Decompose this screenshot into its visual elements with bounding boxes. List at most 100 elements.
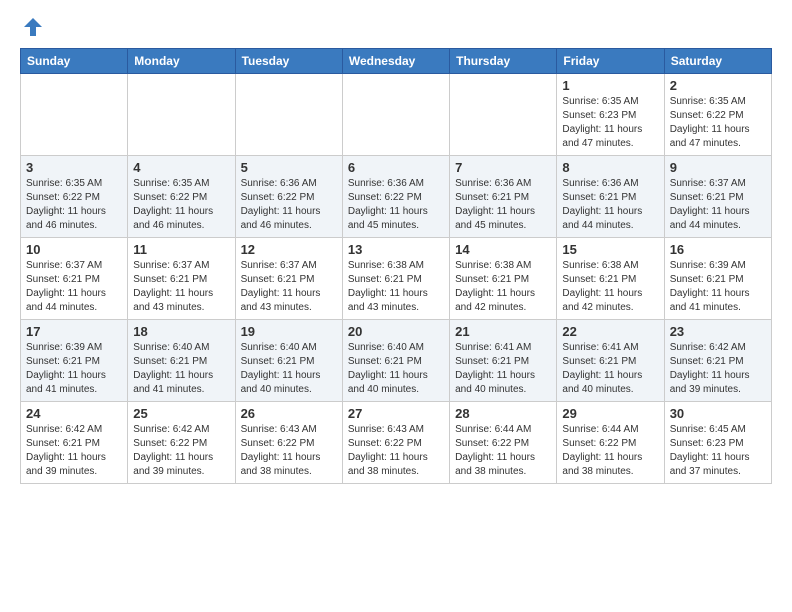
calendar-cell: 23 Sunrise: 6:42 AM Sunset: 6:21 PM Dayli…: [664, 320, 771, 402]
calendar-cell: 26 Sunrise: 6:43 AM Sunset: 6:22 PM Dayli…: [235, 402, 342, 484]
day-info: Sunrise: 6:40 AM Sunset: 6:21 PM Dayligh…: [133, 341, 229, 397]
day-number: 17: [26, 324, 122, 339]
day-info: Sunrise: 6:42 AM Sunset: 6:21 PM Dayligh…: [26, 423, 122, 479]
day-info: Sunrise: 6:39 AM Sunset: 6:21 PM Dayligh…: [26, 341, 122, 397]
calendar-cell: 22 Sunrise: 6:41 AM Sunset: 6:21 PM Dayli…: [557, 320, 664, 402]
day-number: 28: [455, 406, 551, 421]
day-info: Sunrise: 6:41 AM Sunset: 6:21 PM Dayligh…: [562, 341, 658, 397]
calendar-week-row: 24 Sunrise: 6:42 AM Sunset: 6:21 PM Dayli…: [21, 402, 772, 484]
day-info: Sunrise: 6:40 AM Sunset: 6:21 PM Dayligh…: [348, 341, 444, 397]
calendar-week-row: 10Sunrise: 6:37 AM Sunset: 6:21 PM Dayli…: [21, 238, 772, 320]
day-info: Sunrise: 6:42 AM Sunset: 6:22 PM Dayligh…: [133, 423, 229, 479]
day-number: 18: [133, 324, 229, 339]
calendar-cell: 16 Sunrise: 6:39 AM Sunset: 6:21 PM Dayli…: [664, 238, 771, 320]
calendar-week-row: 1 Sunrise: 6:35 AM Sunset: 6:23 PM Daylig…: [21, 74, 772, 156]
day-number: 15: [562, 242, 658, 257]
weekday-header-saturday: Saturday: [664, 49, 771, 74]
calendar-cell: 28 Sunrise: 6:44 AM Sunset: 6:22 PM Dayli…: [450, 402, 557, 484]
calendar-cell: 4 Sunrise: 6:35 AM Sunset: 6:22 PM Daylig…: [128, 156, 235, 238]
weekday-header-friday: Friday: [557, 49, 664, 74]
day-info: Sunrise: 6:37 AM Sunset: 6:21 PM Dayligh…: [241, 259, 337, 315]
calendar-table: SundayMondayTuesdayWednesdayThursdayFrid…: [20, 48, 772, 484]
calendar-cell: 30 Sunrise: 6:45 AM Sunset: 6:23 PM Dayli…: [664, 402, 771, 484]
calendar-week-row: 17 Sunrise: 6:39 AM Sunset: 6:21 PM Dayli…: [21, 320, 772, 402]
day-number: 13: [348, 242, 444, 257]
day-info: Sunrise: 6:37 AM Sunset: 6:21 PM Dayligh…: [26, 259, 122, 315]
day-info: Sunrise: 6:35 AM Sunset: 6:22 PM Dayligh…: [26, 177, 122, 233]
day-info: Sunrise: 6:43 AM Sunset: 6:22 PM Dayligh…: [348, 423, 444, 479]
day-number: 21: [455, 324, 551, 339]
day-number: 16: [670, 242, 766, 257]
weekday-header-monday: Monday: [128, 49, 235, 74]
day-info: Sunrise: 6:40 AM Sunset: 6:21 PM Dayligh…: [241, 341, 337, 397]
calendar-cell: 25 Sunrise: 6:42 AM Sunset: 6:22 PM Dayli…: [128, 402, 235, 484]
calendar-cell: 1 Sunrise: 6:35 AM Sunset: 6:23 PM Daylig…: [557, 74, 664, 156]
day-number: 9: [670, 160, 766, 175]
day-info: Sunrise: 6:43 AM Sunset: 6:22 PM Dayligh…: [241, 423, 337, 479]
day-number: 11: [133, 242, 229, 257]
day-number: 14: [455, 242, 551, 257]
weekday-header-tuesday: Tuesday: [235, 49, 342, 74]
day-info: Sunrise: 6:35 AM Sunset: 6:22 PM Dayligh…: [133, 177, 229, 233]
weekday-header-sunday: Sunday: [21, 49, 128, 74]
page: SundayMondayTuesdayWednesdayThursdayFrid…: [0, 0, 792, 500]
day-number: 8: [562, 160, 658, 175]
day-info: Sunrise: 6:41 AM Sunset: 6:21 PM Dayligh…: [455, 341, 551, 397]
day-info: Sunrise: 6:44 AM Sunset: 6:22 PM Dayligh…: [562, 423, 658, 479]
calendar-cell: 20 Sunrise: 6:40 AM Sunset: 6:21 PM Dayli…: [342, 320, 449, 402]
day-number: 1: [562, 78, 658, 93]
weekday-header-wednesday: Wednesday: [342, 49, 449, 74]
day-info: Sunrise: 6:45 AM Sunset: 6:23 PM Dayligh…: [670, 423, 766, 479]
day-info: Sunrise: 6:39 AM Sunset: 6:21 PM Dayligh…: [670, 259, 766, 315]
header: [20, 16, 772, 38]
calendar-cell: 24 Sunrise: 6:42 AM Sunset: 6:21 PM Dayli…: [21, 402, 128, 484]
day-number: 24: [26, 406, 122, 421]
day-info: Sunrise: 6:36 AM Sunset: 6:22 PM Dayligh…: [348, 177, 444, 233]
calendar-cell: 21 Sunrise: 6:41 AM Sunset: 6:21 PM Dayli…: [450, 320, 557, 402]
day-number: 29: [562, 406, 658, 421]
calendar-cell: 6 Sunrise: 6:36 AM Sunset: 6:22 PM Daylig…: [342, 156, 449, 238]
day-info: Sunrise: 6:38 AM Sunset: 6:21 PM Dayligh…: [455, 259, 551, 315]
calendar-cell: 5 Sunrise: 6:36 AM Sunset: 6:22 PM Daylig…: [235, 156, 342, 238]
day-info: Sunrise: 6:36 AM Sunset: 6:22 PM Dayligh…: [241, 177, 337, 233]
calendar-cell: 3 Sunrise: 6:35 AM Sunset: 6:22 PM Daylig…: [21, 156, 128, 238]
day-info: Sunrise: 6:44 AM Sunset: 6:22 PM Dayligh…: [455, 423, 551, 479]
calendar-cell: 12 Sunrise: 6:37 AM Sunset: 6:21 PM Dayli…: [235, 238, 342, 320]
day-number: 30: [670, 406, 766, 421]
calendar-cell: [235, 74, 342, 156]
day-info: Sunrise: 6:37 AM Sunset: 6:21 PM Dayligh…: [133, 259, 229, 315]
day-info: Sunrise: 6:35 AM Sunset: 6:23 PM Dayligh…: [562, 95, 658, 151]
calendar-cell: 8Sunrise: 6:36 AM Sunset: 6:21 PM Daylig…: [557, 156, 664, 238]
calendar-cell: 2Sunrise: 6:35 AM Sunset: 6:22 PM Daylig…: [664, 74, 771, 156]
day-number: 23: [670, 324, 766, 339]
weekday-header-row: SundayMondayTuesdayWednesdayThursdayFrid…: [21, 49, 772, 74]
day-number: 26: [241, 406, 337, 421]
day-info: Sunrise: 6:42 AM Sunset: 6:21 PM Dayligh…: [670, 341, 766, 397]
day-info: Sunrise: 6:37 AM Sunset: 6:21 PM Dayligh…: [670, 177, 766, 233]
day-info: Sunrise: 6:36 AM Sunset: 6:21 PM Dayligh…: [455, 177, 551, 233]
calendar-cell: [342, 74, 449, 156]
day-number: 2: [670, 78, 766, 93]
day-number: 3: [26, 160, 122, 175]
calendar-cell: 13Sunrise: 6:38 AM Sunset: 6:21 PM Dayli…: [342, 238, 449, 320]
calendar-cell: 18 Sunrise: 6:40 AM Sunset: 6:21 PM Dayli…: [128, 320, 235, 402]
day-number: 6: [348, 160, 444, 175]
calendar-cell: 11 Sunrise: 6:37 AM Sunset: 6:21 PM Dayli…: [128, 238, 235, 320]
calendar-cell: [450, 74, 557, 156]
calendar-cell: 29 Sunrise: 6:44 AM Sunset: 6:22 PM Dayli…: [557, 402, 664, 484]
day-number: 20: [348, 324, 444, 339]
calendar-cell: 15 Sunrise: 6:38 AM Sunset: 6:21 PM Dayli…: [557, 238, 664, 320]
day-number: 12: [241, 242, 337, 257]
day-number: 4: [133, 160, 229, 175]
day-number: 25: [133, 406, 229, 421]
day-number: 5: [241, 160, 337, 175]
calendar-week-row: 3 Sunrise: 6:35 AM Sunset: 6:22 PM Daylig…: [21, 156, 772, 238]
calendar-cell: 7 Sunrise: 6:36 AM Sunset: 6:21 PM Daylig…: [450, 156, 557, 238]
weekday-header-thursday: Thursday: [450, 49, 557, 74]
calendar-cell: [128, 74, 235, 156]
calendar-cell: [21, 74, 128, 156]
day-number: 22: [562, 324, 658, 339]
logo-icon: [22, 16, 44, 38]
day-info: Sunrise: 6:38 AM Sunset: 6:21 PM Dayligh…: [562, 259, 658, 315]
day-number: 7: [455, 160, 551, 175]
